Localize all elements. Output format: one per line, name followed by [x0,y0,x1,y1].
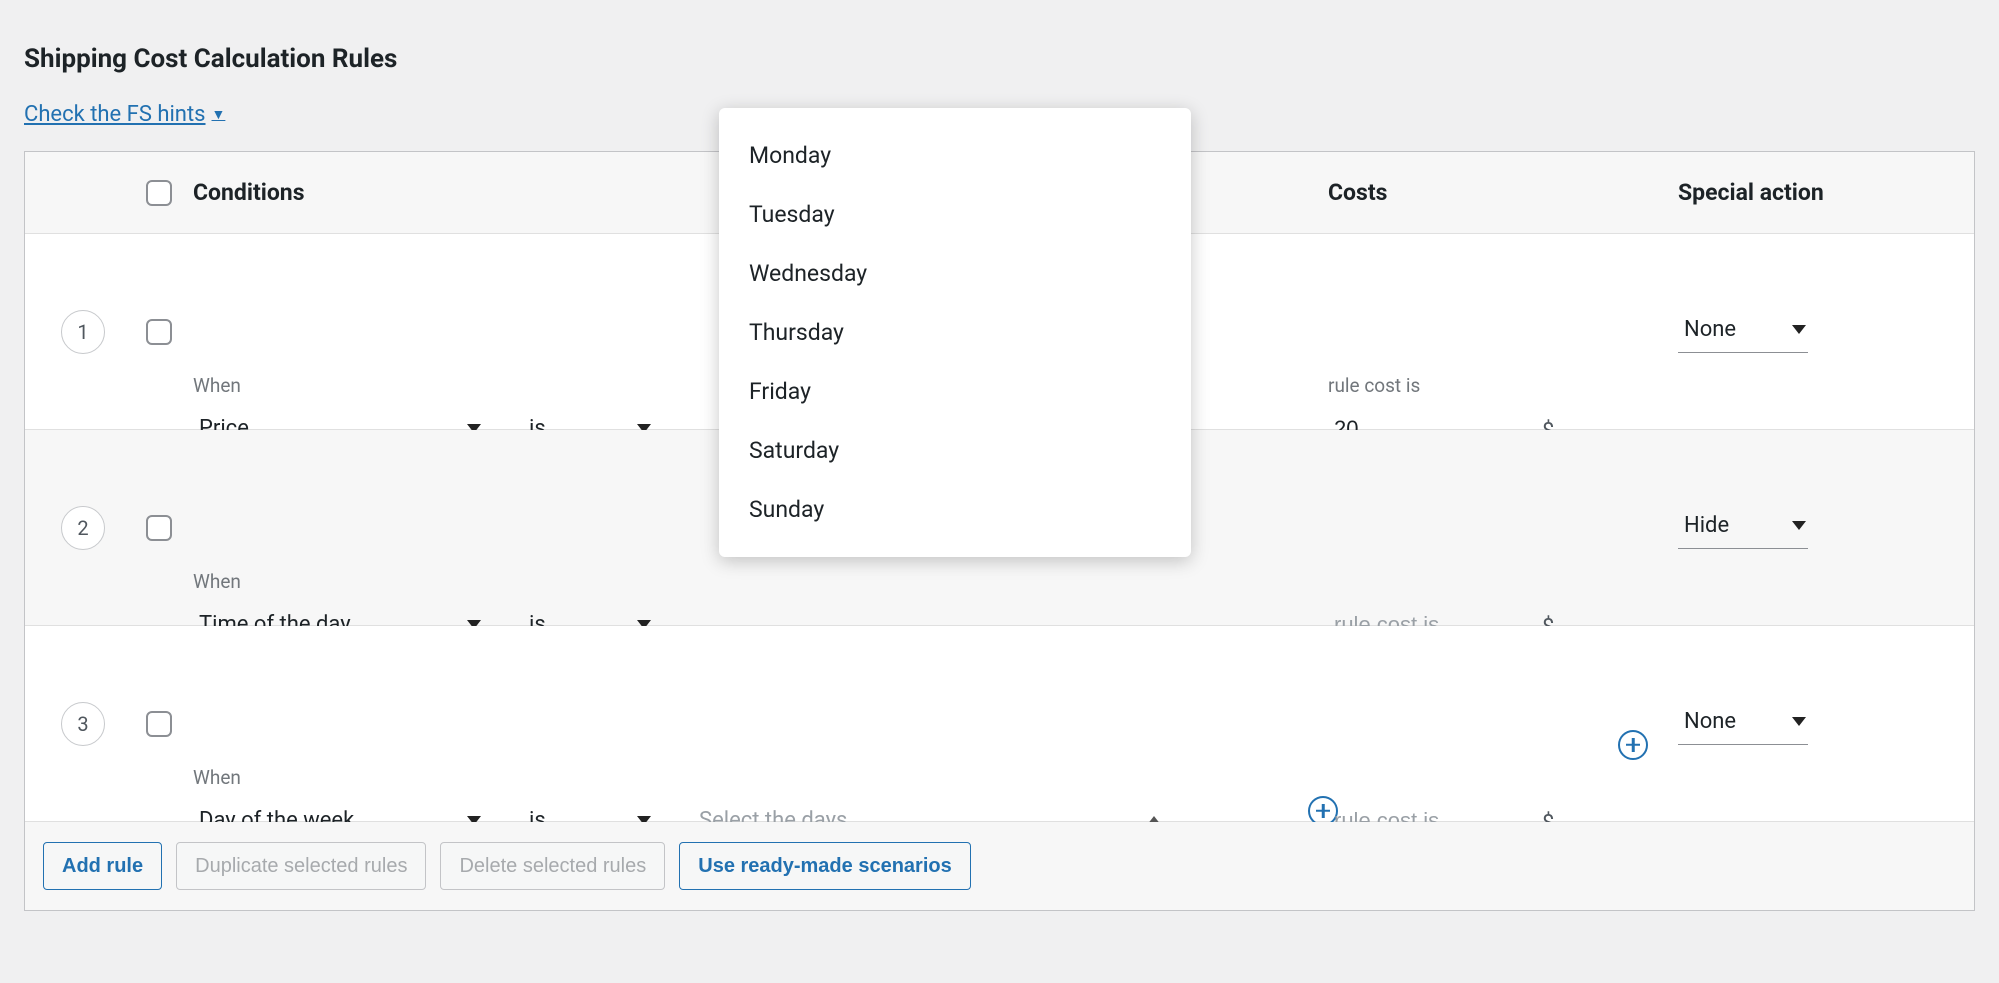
days-option[interactable]: Thursday [719,303,1191,362]
cost-label: rule cost is [1328,374,1420,397]
special-action-select[interactable]: None [1678,703,1808,745]
rule-checkbox[interactable] [146,319,172,345]
ready-made-scenarios-button[interactable]: Use ready-made scenarios [679,842,970,890]
plus-icon [1618,730,1648,760]
rule-index: 3 [61,702,105,746]
fs-hints-label: Check the FS hints [24,102,206,127]
days-option[interactable]: Wednesday [719,244,1191,303]
days-option[interactable]: Friday [719,362,1191,421]
special-action-value: None [1684,709,1736,734]
duplicate-rules-button[interactable]: Duplicate selected rules [176,842,426,890]
chevron-down-icon [1792,521,1806,530]
chevron-down-icon [1792,717,1806,726]
days-option[interactable]: Saturday [719,421,1191,480]
when-label: When [193,374,241,397]
special-action-value: None [1684,317,1736,342]
days-option[interactable]: Tuesday [719,185,1191,244]
add-rule-button[interactable]: Add rule [43,842,162,890]
select-all-checkbox[interactable] [146,180,172,206]
special-action-select[interactable]: Hide [1678,507,1808,549]
rule-checkbox[interactable] [146,515,172,541]
days-dropdown[interactable]: MondayTuesdayWednesdayThursdayFridaySatu… [719,108,1191,557]
col-conditions-label: Conditions [193,179,305,206]
rules-panel: Conditions Costs Special action 1 When P… [24,151,1975,911]
special-action-value: Hide [1684,513,1729,538]
rules-actions: Add rule Duplicate selected rules Delete… [25,822,1974,910]
chevron-down-icon: ▼ [212,106,226,123]
when-label: When [193,766,241,789]
col-special-label: Special action [1678,179,1824,206]
special-action-select[interactable]: None [1678,311,1808,353]
rule-row: 3 When Day of the week is Select the day… [25,626,1974,822]
add-cost-button[interactable] [1618,730,1648,763]
rule-checkbox[interactable] [146,711,172,737]
delete-rules-button[interactable]: Delete selected rules [440,842,665,890]
rule-index: 1 [61,310,105,354]
when-label: When [193,570,241,593]
days-option[interactable]: Monday [719,126,1191,185]
chevron-down-icon [1792,325,1806,334]
rule-index: 2 [61,506,105,550]
fs-hints-link[interactable]: Check the FS hints ▼ [24,102,225,127]
days-option[interactable]: Sunday [719,480,1191,539]
page-title: Shipping Cost Calculation Rules [24,44,1975,74]
col-costs-label: Costs [1328,179,1387,206]
